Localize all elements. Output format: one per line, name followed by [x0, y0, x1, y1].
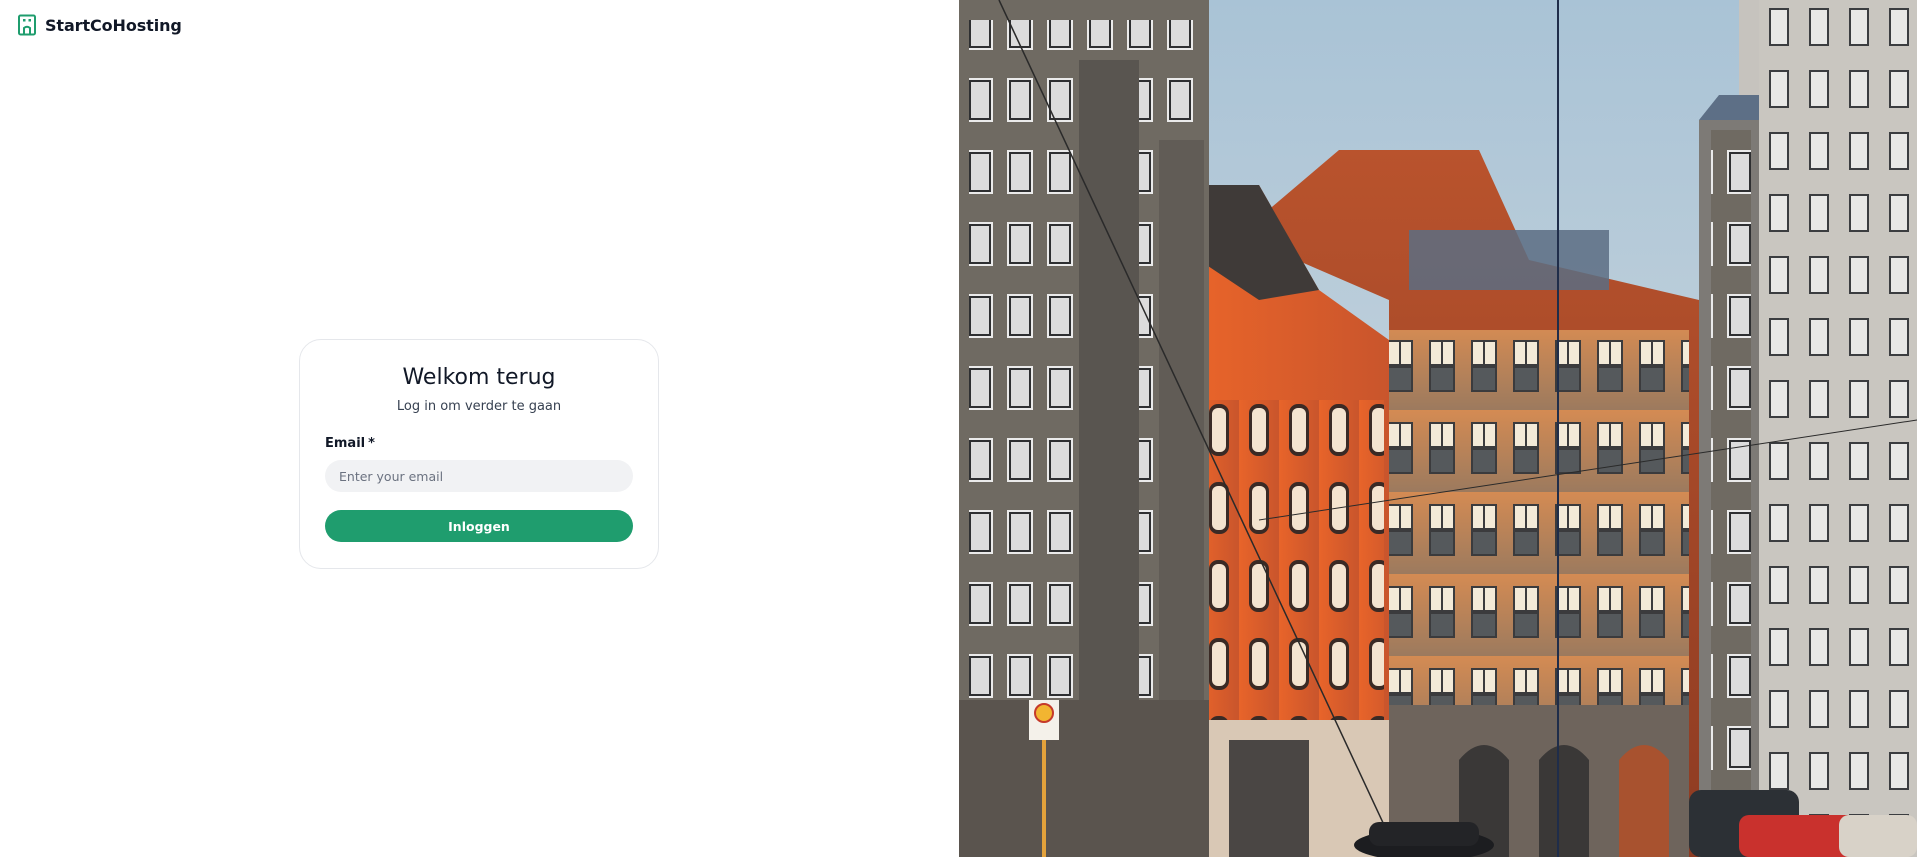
- login-panel: StartCoHosting Welkom terug Log in om ve…: [0, 0, 959, 857]
- building-icon: [18, 14, 36, 36]
- email-label-text: Email: [325, 436, 366, 451]
- email-input[interactable]: [325, 460, 633, 492]
- login-subtitle: Log in om verder te gaan: [396, 399, 562, 414]
- login-title: Welkom terug: [402, 365, 556, 390]
- street-scene-photo: [959, 0, 1917, 857]
- login-card: Welkom terug Log in om verder te gaan Em…: [299, 339, 659, 569]
- email-label: Email *: [325, 436, 633, 451]
- brand-name: StartCoHosting: [45, 15, 182, 35]
- login-page: StartCoHosting Welkom terug Log in om ve…: [0, 0, 1917, 857]
- hero-image: [959, 0, 1917, 857]
- login-button[interactable]: Inloggen: [325, 510, 633, 542]
- brand: StartCoHosting: [17, 14, 182, 36]
- required-marker: *: [368, 436, 375, 451]
